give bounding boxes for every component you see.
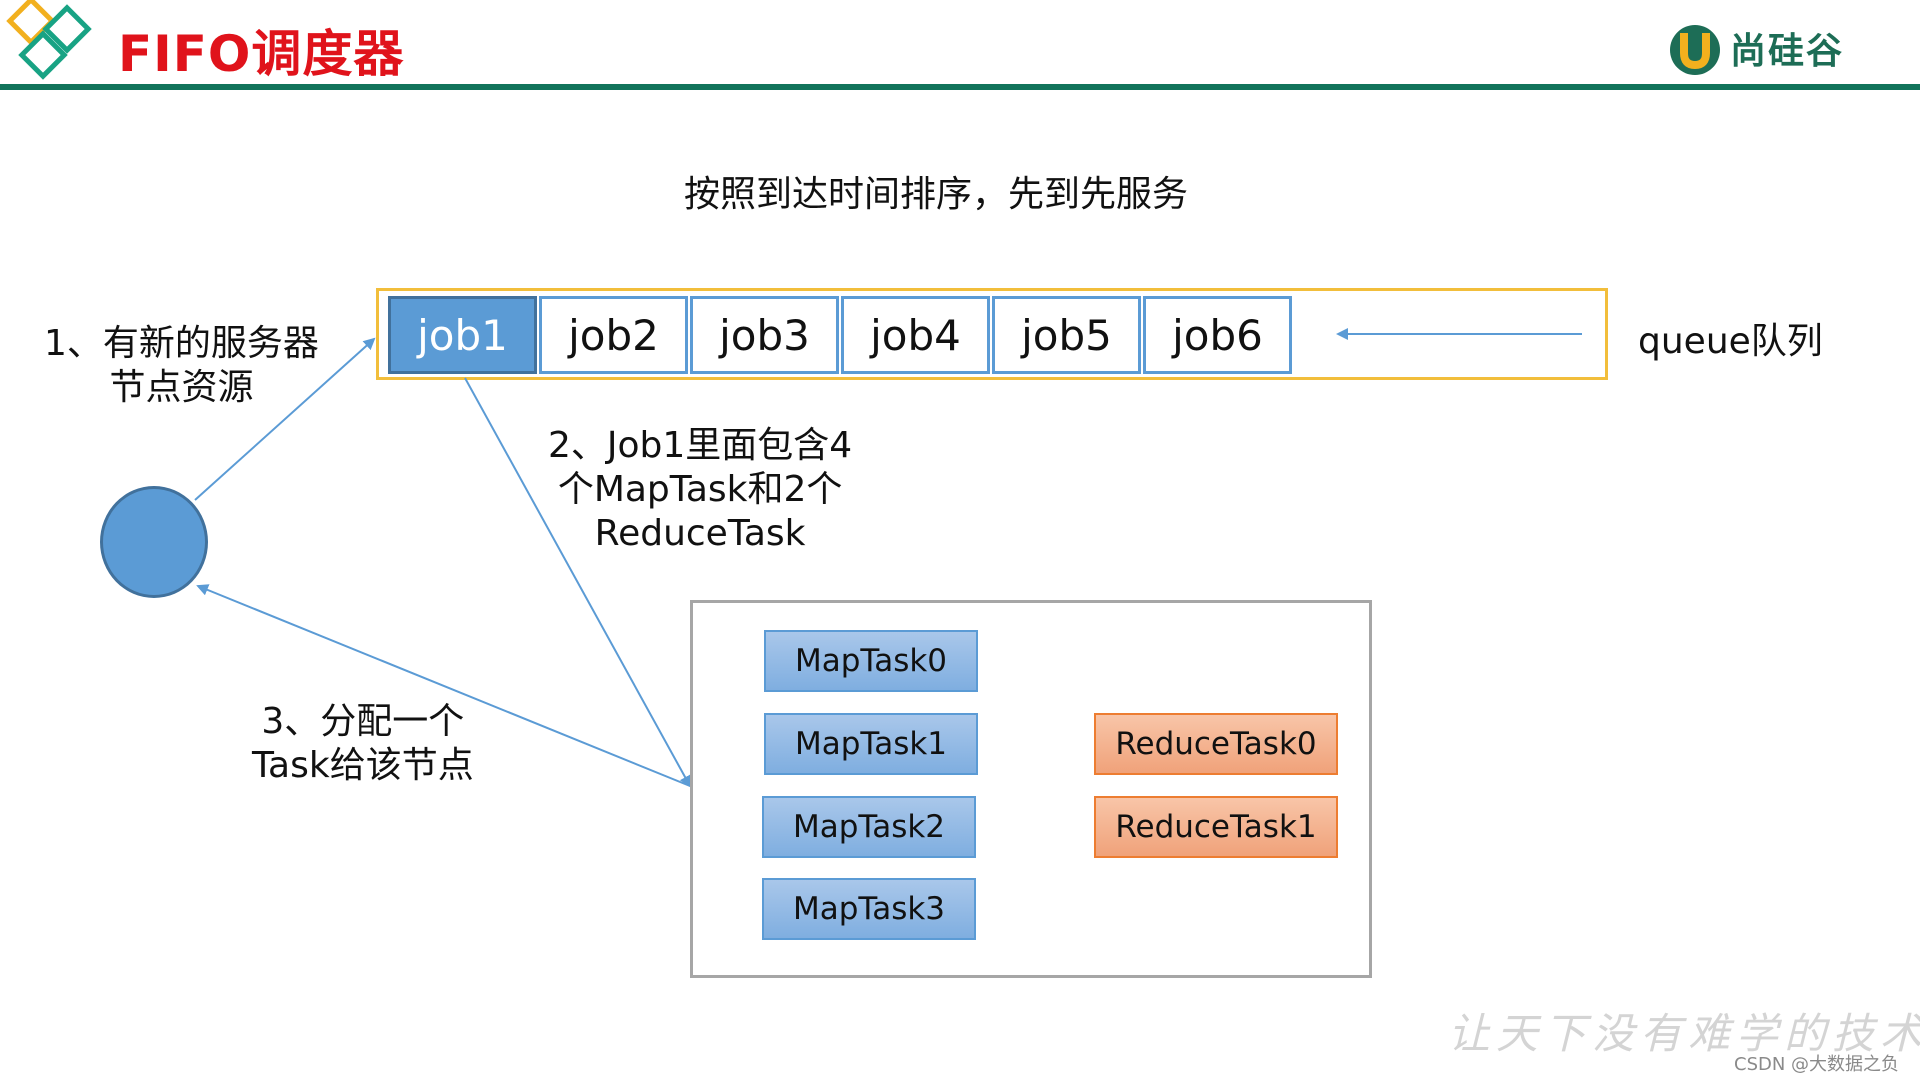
credit-text: CSDN @大数据之负	[1734, 1054, 1900, 1075]
maptask-0: MapTask0	[764, 630, 978, 692]
maptask-1: MapTask1	[764, 713, 978, 775]
note-step1-line2: 节点资源	[109, 367, 254, 408]
note-step3-line2: Task给该节点	[252, 745, 474, 786]
note-step3: 3、分配一个 Task给该节点	[252, 700, 474, 788]
reducetask-1: ReduceTask1	[1094, 796, 1338, 858]
note-step2-line3: ReduceTask	[594, 513, 806, 554]
note-step2-line1: 2、Job1里面包含4	[548, 425, 853, 466]
reducetask-0: ReduceTask0	[1094, 713, 1338, 775]
maptask-3: MapTask3	[762, 878, 976, 940]
maptask-2: MapTask2	[762, 796, 976, 858]
note-step2: 2、Job1里面包含4 个MapTask和2个 ReduceTask	[548, 424, 852, 556]
note-step1: 1、有新的服务器 节点资源	[44, 322, 319, 410]
note-step1-line1: 1、有新的服务器	[44, 323, 319, 364]
server-node	[100, 486, 208, 598]
note-step2-line2: 个MapTask和2个	[557, 469, 843, 510]
note-step3-line1: 3、分配一个	[261, 701, 465, 742]
